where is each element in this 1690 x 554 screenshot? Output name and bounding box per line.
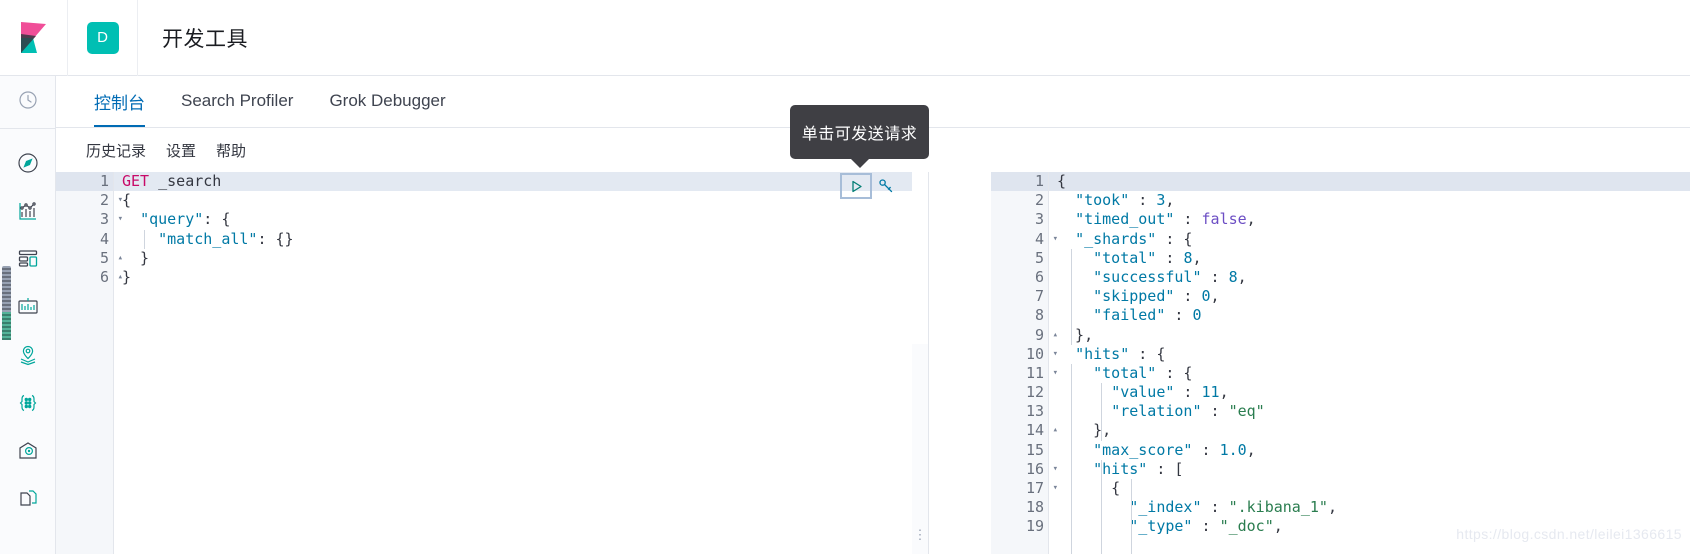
- request-gutter[interactable]: 1 2 ▾ 3 ▾ 4 5 ▴ 6 ▴: [56, 172, 123, 554]
- page-title: 开发工具: [162, 27, 248, 51]
- console-editors: 1 2 ▾ 3 ▾ 4 5 ▴ 6 ▴ GET _search{ "query": { "matc…: [56, 172, 1690, 554]
- line-number: 6 ▴: [99, 267, 123, 286]
- sidebar-item-discover[interactable]: [0, 139, 56, 187]
- request-code-line[interactable]: "query": {: [114, 210, 912, 229]
- indent-guide: [1071, 248, 1072, 345]
- response-code-line[interactable]: "total" : {: [1049, 364, 1690, 383]
- response-code-line[interactable]: "successful" : 8,: [1049, 268, 1690, 287]
- line-number: 1▾: [991, 172, 1058, 192]
- sidebar-item-machine-learning[interactable]: [0, 379, 56, 427]
- response-code-line[interactable]: "skipped" : 0,: [1049, 287, 1690, 306]
- line-number: 5: [1034, 248, 1044, 267]
- line-number: 3: [1034, 210, 1044, 229]
- subnav-item-history[interactable]: 历史记录: [76, 140, 156, 161]
- request-actions: [840, 172, 898, 200]
- request-code-line[interactable]: GET _search: [114, 172, 912, 192]
- primary-nav-rail: [0, 76, 56, 554]
- response-code[interactable]: { "took" : 3, "timed_out" : false, "_sha…: [1049, 172, 1690, 554]
- response-code-line[interactable]: "failed" : 0: [1049, 306, 1690, 325]
- pane-resizer[interactable]: ⋮: [912, 344, 928, 554]
- response-code-line[interactable]: },: [1049, 326, 1690, 345]
- response-code-line[interactable]: "total" : 8,: [1049, 249, 1690, 268]
- line-number: 17 ▾: [1025, 479, 1058, 497]
- line-number: 3 ▾: [99, 210, 123, 229]
- space-badge-letter: D: [86, 21, 119, 54]
- kibana-logo-icon[interactable]: [0, 0, 68, 76]
- indent-guide: [1101, 460, 1102, 554]
- response-code-line[interactable]: "relation" : "eq": [1049, 402, 1690, 421]
- resizer-dots: ⋮: [913, 527, 927, 542]
- subnav-item-help[interactable]: 帮助: [206, 140, 256, 161]
- line-number: 13: [1025, 402, 1044, 421]
- line-number: 2 ▾: [99, 191, 123, 210]
- indent-guide: [144, 229, 145, 249]
- response-code-line[interactable]: "_shards" : {: [1049, 230, 1690, 249]
- line-number: 12: [1025, 383, 1044, 402]
- response-code-line[interactable]: },: [1049, 421, 1690, 440]
- line-number: 10 ▾: [1025, 344, 1058, 363]
- space-avatar[interactable]: D: [68, 0, 138, 76]
- tab-console[interactable]: 控制台: [76, 75, 163, 127]
- kibana-dev-tools-window: D 开发工具 控制台 Search Profiler Grok Debugger…: [0, 0, 1690, 554]
- tab-grok-debugger[interactable]: Grok Debugger: [311, 75, 463, 127]
- sidebar-item-recently-viewed[interactable]: [0, 76, 56, 124]
- response-code-line[interactable]: "took" : 3,: [1049, 191, 1690, 210]
- request-code-line[interactable]: }: [114, 268, 912, 287]
- rail-divider: [0, 128, 56, 129]
- indent-guide: [1131, 479, 1132, 554]
- request-editor[interactable]: 1 2 ▾ 3 ▾ 4 5 ▴ 6 ▴ GET _search{ "query": { "matc…: [56, 172, 912, 554]
- app-header: D 开发工具: [0, 0, 1690, 76]
- line-number: 14 ▴: [1025, 421, 1058, 440]
- line-number: 5 ▴: [99, 248, 123, 267]
- response-code-line[interactable]: "max_score" : 1.0,: [1049, 441, 1690, 460]
- sidebar-item-logs[interactable]: [0, 475, 56, 523]
- line-number: 9 ▴: [1034, 325, 1058, 344]
- response-code-line[interactable]: "hits" : {: [1049, 345, 1690, 364]
- line-number: 8: [1034, 306, 1044, 325]
- line-number: 4 ▾: [1034, 229, 1058, 248]
- wrench-icon[interactable]: [874, 173, 898, 199]
- line-number: 1: [56, 172, 113, 192]
- line-number: 7: [1034, 287, 1044, 306]
- response-code-line[interactable]: "hits" : [: [1049, 460, 1690, 479]
- line-number: 15: [1025, 440, 1044, 459]
- line-number: 19: [1025, 517, 1044, 536]
- sidebar-item-apm[interactable]: [0, 427, 56, 475]
- line-number: 16 ▾: [1025, 459, 1058, 478]
- rail-scrollbar[interactable]: [2, 266, 11, 340]
- response-editor[interactable]: 1▾234▾56789▴10▾11▾121314▴1516▾17▾1819 { …: [928, 172, 1690, 554]
- indent-guide: [1071, 364, 1072, 554]
- response-code-line[interactable]: "value" : 11,: [1049, 383, 1690, 402]
- indent-guide: [1101, 383, 1102, 441]
- request-code-line[interactable]: {: [114, 191, 912, 210]
- line-number: 11 ▾: [1025, 363, 1058, 382]
- request-code-line[interactable]: }: [114, 249, 912, 268]
- request-code-line[interactable]: "match_all": {}: [114, 230, 912, 249]
- line-number: 2: [1034, 191, 1044, 210]
- response-code-line[interactable]: {: [1049, 172, 1690, 192]
- line-number: 4: [99, 229, 109, 248]
- send-request-tooltip: 单击可发送请求: [790, 105, 929, 168]
- line-number: 6: [1034, 267, 1044, 286]
- line-number: 18: [1025, 498, 1044, 517]
- sidebar-item-visualize[interactable]: [0, 187, 56, 235]
- response-code-line[interactable]: {: [1049, 479, 1690, 498]
- response-code-line[interactable]: "timed_out" : false,: [1049, 210, 1690, 229]
- request-code[interactable]: GET _search{ "query": { "match_all": {} …: [114, 172, 912, 554]
- response-gutter[interactable]: 1▾234▾56789▴10▾11▾121314▴1516▾17▾1819: [991, 172, 1058, 554]
- subnav-item-settings[interactable]: 设置: [156, 140, 206, 161]
- tab-search-profiler[interactable]: Search Profiler: [163, 75, 311, 127]
- watermark: https://blog.csdn.net/leilei1366615: [1456, 526, 1682, 542]
- send-request-button[interactable]: [840, 173, 872, 199]
- response-code-line[interactable]: "_index" : ".kibana_1",: [1049, 498, 1690, 517]
